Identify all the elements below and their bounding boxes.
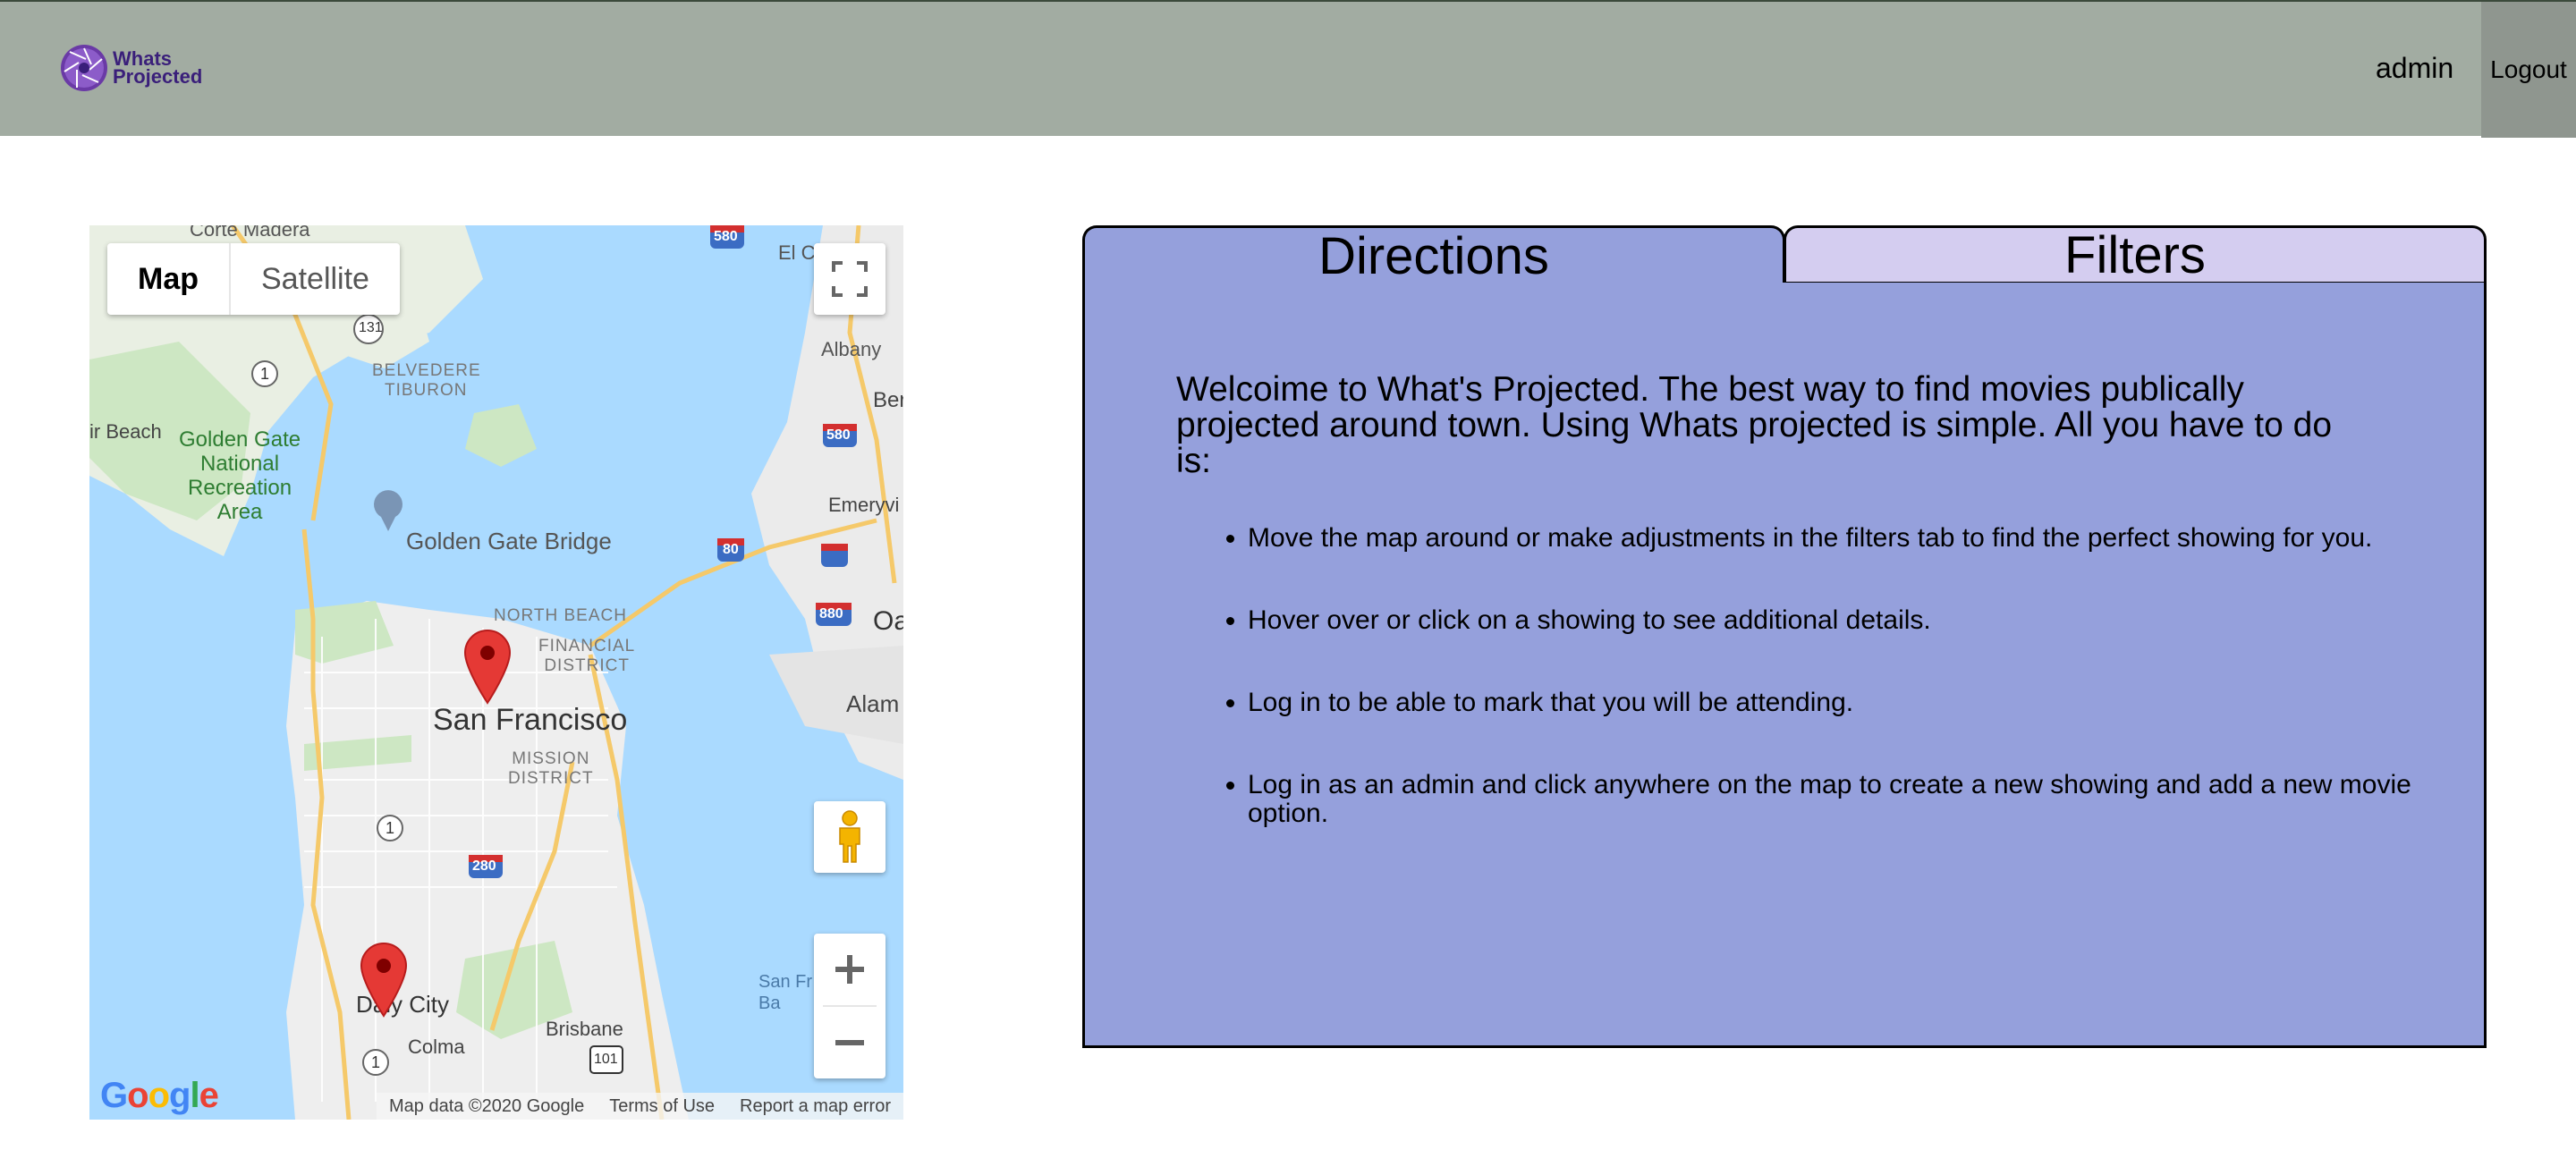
label-el-cerrito: El C [778, 241, 816, 264]
list-item: Move the map around or make adjustments … [1248, 524, 2482, 553]
angel-island [465, 404, 537, 467]
list-item: Log in as an admin and click anywhere on… [1248, 771, 2482, 828]
pegman-icon [839, 810, 860, 863]
current-username: admin [2376, 52, 2454, 84]
label-san-francisco-bay: San Fr Ba [758, 972, 813, 1013]
minus-icon [835, 1040, 864, 1045]
info-panel: Directions Filters Welcoime to What's Pr… [1082, 225, 2487, 1048]
zoom-out-button[interactable] [814, 1007, 886, 1078]
label-golden-gate-bridge: Golden Gate Bridge [406, 528, 612, 554]
shield-label-1-a: 1 [260, 365, 270, 383]
map-type-satellite-button[interactable]: Satellite [231, 243, 400, 315]
shield-label-580-a: 580 [714, 229, 738, 244]
google-logo[interactable]: Google [100, 1076, 219, 1116]
shield-label-280: 280 [472, 858, 496, 874]
terms-of-use-link[interactable]: Terms of Use [597, 1096, 727, 1117]
label-financial-district: FINANCIAL DISTRICT [538, 637, 636, 675]
zoom-control [814, 934, 886, 1078]
shield-label-1-c: 1 [371, 1053, 381, 1071]
shield-label-80: 80 [723, 542, 739, 557]
app-logo[interactable]: Whats Projected [59, 43, 202, 93]
tab-filters[interactable]: Filters [1784, 225, 2487, 284]
label-san-francisco: San Francisco [433, 703, 628, 737]
label-air-beach: ir Beach [89, 420, 162, 443]
shield-label-101: 101 [594, 1052, 618, 1067]
shield-label-1-b: 1 [386, 819, 395, 837]
logo-line-2: Projected [113, 65, 203, 88]
shield-label-880: 880 [819, 606, 843, 622]
map-type-map-button[interactable]: Map [107, 243, 231, 315]
logout-button[interactable]: Logout [2481, 2, 2576, 138]
label-mission-district: MISSION DISTRICT [508, 749, 594, 788]
shield-label-580-b: 580 [826, 427, 851, 443]
app-header: Whats Projected admin Logout [0, 0, 2576, 138]
zoom-in-button[interactable] [814, 934, 886, 1005]
label-albany: Albany [821, 338, 882, 360]
fullscreen-button[interactable] [814, 243, 886, 315]
report-map-error-link[interactable]: Report a map error [727, 1096, 903, 1117]
map-type-control: Map Satellite [107, 243, 400, 315]
map-attribution: Map data ©2020 Google Terms of Use Repor… [376, 1093, 903, 1120]
logo-wordmark: Whats Projected [113, 49, 203, 88]
label-tiburon: TIBURON [385, 381, 468, 400]
fullscreen-icon [832, 261, 868, 297]
directions-content: Welcoime to What's Projected. The best w… [1082, 283, 2487, 1048]
label-belvedere: BELVEDERE [372, 361, 481, 380]
plus-icon [835, 955, 864, 984]
label-berkeley: Ber [873, 388, 903, 412]
map-view[interactable]: Corte Madera El C Albany BELVEDERE TIBUR… [89, 225, 903, 1120]
label-golden-gate-nra: Golden Gate National Recreation Area [179, 427, 301, 524]
shield-label-131: 131 [359, 320, 383, 335]
label-colma: Colma [408, 1036, 465, 1058]
welcome-text: Welcoime to What's Projected. The best w… [1176, 370, 2333, 480]
label-alameda: Alam [846, 690, 900, 717]
label-north-beach: NORTH BEACH [494, 606, 627, 625]
street-view-pegman[interactable] [814, 801, 886, 873]
instructions-list: Move the map around or make adjustments … [1176, 524, 2482, 882]
showing-marker-north-beach[interactable] [463, 630, 512, 705]
showing-marker-daly-city[interactable] [360, 943, 408, 1018]
tab-directions[interactable]: Directions [1082, 225, 1785, 285]
label-corte-madera: Corte Madera [190, 225, 310, 241]
label-emeryville: Emeryvi [828, 494, 900, 516]
label-oakland: Oa [873, 606, 903, 636]
aperture-logo-icon [61, 45, 107, 91]
list-item: Log in to be able to mark that you will … [1248, 689, 2482, 717]
label-brisbane: Brisbane [546, 1018, 623, 1040]
map-data-credit: Map data ©2020 Google [388, 1095, 585, 1116]
list-item: Hover over or click on a showing to see … [1248, 606, 2482, 635]
